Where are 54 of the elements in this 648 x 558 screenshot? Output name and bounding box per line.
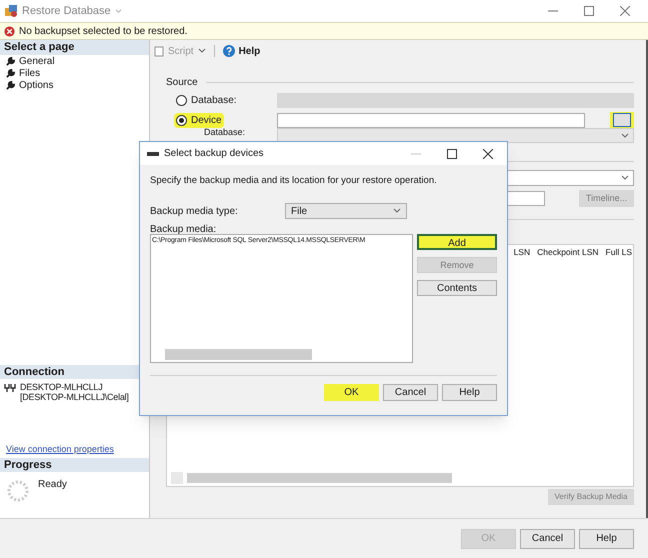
wrench-icon [6, 68, 15, 78]
dropdown-field[interactable] [277, 92, 634, 108]
caret-icon [621, 132, 629, 138]
maximize-icon [447, 148, 457, 158]
wrench-icon [6, 56, 15, 66]
server-user: [DESKTOP-MLHCLLJ\Celal] [20, 392, 129, 402]
caret-icon [393, 208, 401, 214]
app-icon [4, 4, 18, 18]
radio-option[interactable]: Device [166, 112, 277, 128]
browse-button[interactable] [613, 113, 631, 127]
wrench-icon [6, 80, 15, 90]
section-header: Progress [0, 458, 149, 472]
tape-drive-icon [147, 150, 159, 156]
plug-icon [4, 383, 16, 393]
sidebar-item[interactable]: Options [0, 79, 149, 91]
dialog-button[interactable]: Help [579, 528, 634, 548]
connection-link[interactable]: View connection properties [0, 443, 149, 456]
dialog-button[interactable]: Cancel [520, 528, 575, 548]
caret-icon [114, 8, 122, 14]
dropdown-field[interactable]: File [285, 203, 407, 220]
server-name: DESKTOP-MLHCLLJ [20, 382, 104, 392]
close-icon [620, 6, 630, 16]
column-header: LSN [514, 246, 530, 257]
radio-option[interactable]: Database: [166, 92, 277, 108]
sidebar-item[interactable]: General [0, 55, 149, 67]
dialog-button[interactable]: Add [417, 234, 497, 250]
input-field[interactable] [277, 112, 585, 128]
field-label: Database: [203, 128, 246, 137]
dialog-button[interactable]: OK [324, 384, 379, 402]
dialog-button[interactable]: Cancel [383, 384, 438, 402]
dropdown-field[interactable] [277, 128, 634, 143]
dialog-button[interactable]: Help [442, 384, 497, 402]
caret-icon [621, 175, 629, 181]
section-label: Source [166, 76, 198, 90]
error-icon [4, 26, 15, 36]
caret-icon [198, 48, 206, 54]
error-message: No backupset selected to be restored. [19, 24, 188, 38]
help-button[interactable]: Help [222, 44, 260, 58]
column-header: Full LS [606, 246, 632, 257]
close-icon [483, 148, 493, 158]
help-icon [222, 45, 235, 57]
maximize-icon [584, 6, 594, 16]
sidebar-item[interactable]: Files [0, 67, 149, 79]
column-header: Checkpoint LSN [537, 246, 599, 257]
dialog-title: Select backup devices [164, 147, 264, 161]
window-title: Restore Database [22, 4, 111, 19]
section-header: Select a page [0, 40, 149, 55]
dialog-button[interactable]: Contents [417, 280, 497, 296]
field-label: Backup media: [150, 223, 218, 234]
progress-status: Ready [38, 478, 67, 492]
dialog-description: Specify the backup media and its location for your restore operation. [150, 174, 438, 188]
field-label: Backup media type: [150, 204, 239, 219]
document-icon [154, 46, 164, 56]
spinner-icon [6, 479, 30, 503]
